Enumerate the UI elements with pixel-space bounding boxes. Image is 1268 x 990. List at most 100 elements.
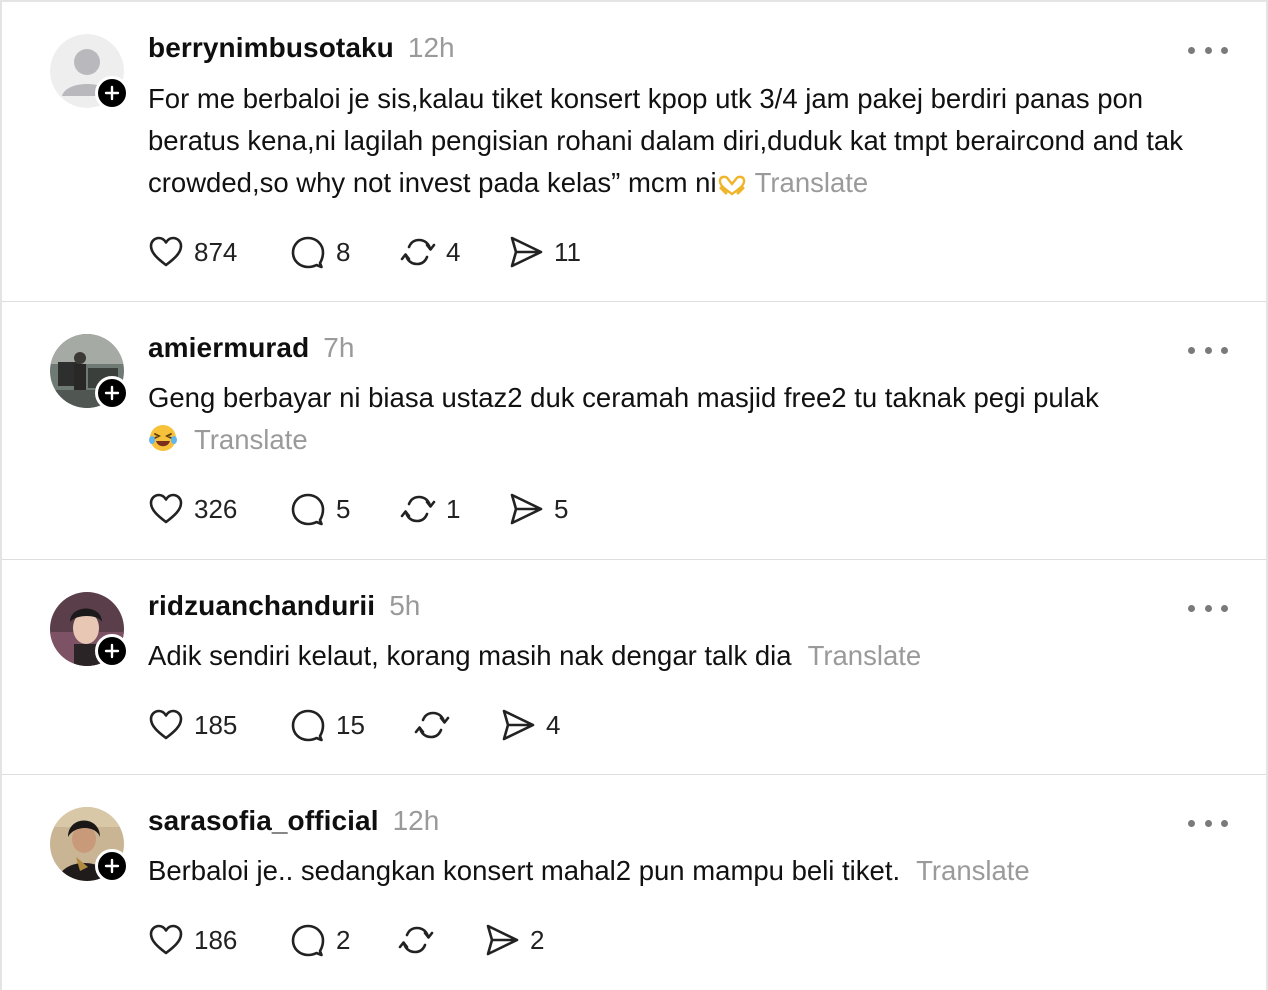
reply-button[interactable]: 2 <box>290 920 350 960</box>
share-button[interactable]: 11 <box>508 232 581 272</box>
repost-icon <box>398 926 434 954</box>
translate-link[interactable]: Translate <box>755 167 869 198</box>
share-button[interactable]: 5 <box>508 489 568 529</box>
reply-count: 8 <box>336 236 351 267</box>
send-icon <box>502 709 535 741</box>
share-count: 4 <box>546 709 561 740</box>
follow-plus-button[interactable] <box>95 376 129 410</box>
send-icon <box>510 236 543 268</box>
reply-button[interactable]: 15 <box>290 705 365 745</box>
repost-icon <box>414 711 450 739</box>
repost-button[interactable] <box>398 920 444 960</box>
replies-feed: berrynimbusotaku 12h For me berbaloi je … <box>0 0 1268 990</box>
dot-icon <box>1188 819 1195 827</box>
timestamp[interactable]: 12h <box>408 32 455 64</box>
share-count: 2 <box>530 924 545 955</box>
repost-count: 4 <box>446 236 461 267</box>
repost-button[interactable] <box>414 705 460 745</box>
plus-icon <box>104 643 120 659</box>
post-header: amiermurad 7h <box>148 332 354 372</box>
more-options-button[interactable] <box>1188 813 1228 833</box>
like-count: 186 <box>194 924 238 955</box>
repost-icon <box>400 495 436 523</box>
translate-link[interactable]: Translate <box>808 640 922 671</box>
avatar-container[interactable] <box>50 34 129 110</box>
heart-icon <box>149 236 183 267</box>
more-options-button[interactable] <box>1188 40 1228 60</box>
like-button[interactable]: 186 <box>148 920 237 960</box>
dot-icon <box>1188 604 1195 612</box>
more-options-button[interactable] <box>1188 340 1228 360</box>
post-header: ridzuanchandurii 5h <box>148 590 420 630</box>
reply-post: ridzuanchandurii 5h Adik sendiri kelaut,… <box>2 560 1266 775</box>
follow-plus-button[interactable] <box>95 634 129 668</box>
heart-icon <box>149 924 183 955</box>
translate-link[interactable]: Translate <box>194 424 308 455</box>
dot-icon <box>1221 819 1228 827</box>
follow-plus-button[interactable] <box>95 76 129 110</box>
reply-post: amiermurad 7h Geng berbayar ni biasa ust… <box>2 302 1266 560</box>
comment-icon <box>291 709 325 742</box>
share-count: 5 <box>554 493 569 524</box>
dot-icon <box>1221 46 1228 54</box>
reply-button[interactable]: 8 <box>290 232 350 272</box>
heart-hands-emoji <box>718 175 745 196</box>
share-button[interactable]: 2 <box>484 920 544 960</box>
timestamp[interactable]: 7h <box>323 332 354 364</box>
post-header: berrynimbusotaku 12h <box>148 32 455 72</box>
send-icon <box>486 924 519 956</box>
username[interactable]: sarasofia_official <box>148 805 379 837</box>
avatar-container[interactable] <box>50 334 129 410</box>
comment-icon <box>291 236 325 269</box>
like-count: 326 <box>194 493 238 524</box>
heart-icon <box>149 493 183 524</box>
reply-count: 15 <box>336 709 365 740</box>
dot-icon <box>1221 604 1228 612</box>
repost-button[interactable]: 4 <box>400 232 460 272</box>
post-text-block: Geng berbayar ni biasa ustaz2 duk cerama… <box>148 377 1238 461</box>
like-button[interactable]: 185 <box>148 705 237 745</box>
repost-icon <box>400 238 436 266</box>
send-icon <box>510 493 543 525</box>
avatar-container[interactable] <box>50 807 129 883</box>
repost-button[interactable]: 1 <box>400 489 460 529</box>
timestamp[interactable]: 12h <box>393 805 440 837</box>
like-button[interactable]: 326 <box>148 489 237 529</box>
reply-post: berrynimbusotaku 12h For me berbaloi je … <box>2 2 1266 302</box>
reply-post: sarasofia_official 12h Berbaloi je.. sed… <box>2 775 1266 990</box>
translate-link[interactable]: Translate <box>916 855 1030 886</box>
heart-icon <box>149 709 183 740</box>
post-header: sarasofia_official 12h <box>148 805 439 845</box>
avatar-container[interactable] <box>50 592 129 668</box>
post-text-block: Berbaloi je.. sedangkan konsert mahal2 p… <box>148 850 1238 892</box>
comment-icon <box>291 493 325 526</box>
post-text: Berbaloi je.. sedangkan konsert mahal2 p… <box>148 855 901 886</box>
dot-icon <box>1221 346 1228 354</box>
follow-plus-button[interactable] <box>95 849 129 883</box>
like-count: 874 <box>194 236 238 267</box>
post-text: For me berbaloi je sis,kalau tiket konse… <box>148 83 1183 198</box>
dot-icon <box>1188 46 1195 54</box>
share-button[interactable]: 4 <box>500 705 560 745</box>
dot-icon <box>1204 604 1212 612</box>
dot-icon <box>1204 346 1212 354</box>
repost-count: 1 <box>446 493 461 524</box>
more-options-button[interactable] <box>1188 598 1228 618</box>
reply-button[interactable]: 5 <box>290 489 350 529</box>
post-text-block: Adik sendiri kelaut, korang masih nak de… <box>148 635 1238 677</box>
post-text: Geng berbayar ni biasa ustaz2 duk cerama… <box>148 382 1099 413</box>
like-count: 185 <box>194 709 238 740</box>
plus-icon <box>104 858 120 874</box>
post-text-block: For me berbaloi je sis,kalau tiket konse… <box>148 78 1238 204</box>
timestamp[interactable]: 5h <box>389 590 420 622</box>
like-button[interactable]: 874 <box>148 232 237 272</box>
username[interactable]: berrynimbusotaku <box>148 32 394 64</box>
dot-icon <box>1204 819 1212 827</box>
share-count: 11 <box>554 236 581 267</box>
username[interactable]: ridzuanchandurii <box>148 590 375 622</box>
plus-icon <box>104 385 120 401</box>
post-text: Adik sendiri kelaut, korang masih nak de… <box>148 640 792 671</box>
plus-icon <box>104 85 120 101</box>
username[interactable]: amiermurad <box>148 332 309 364</box>
dot-icon <box>1204 46 1212 54</box>
